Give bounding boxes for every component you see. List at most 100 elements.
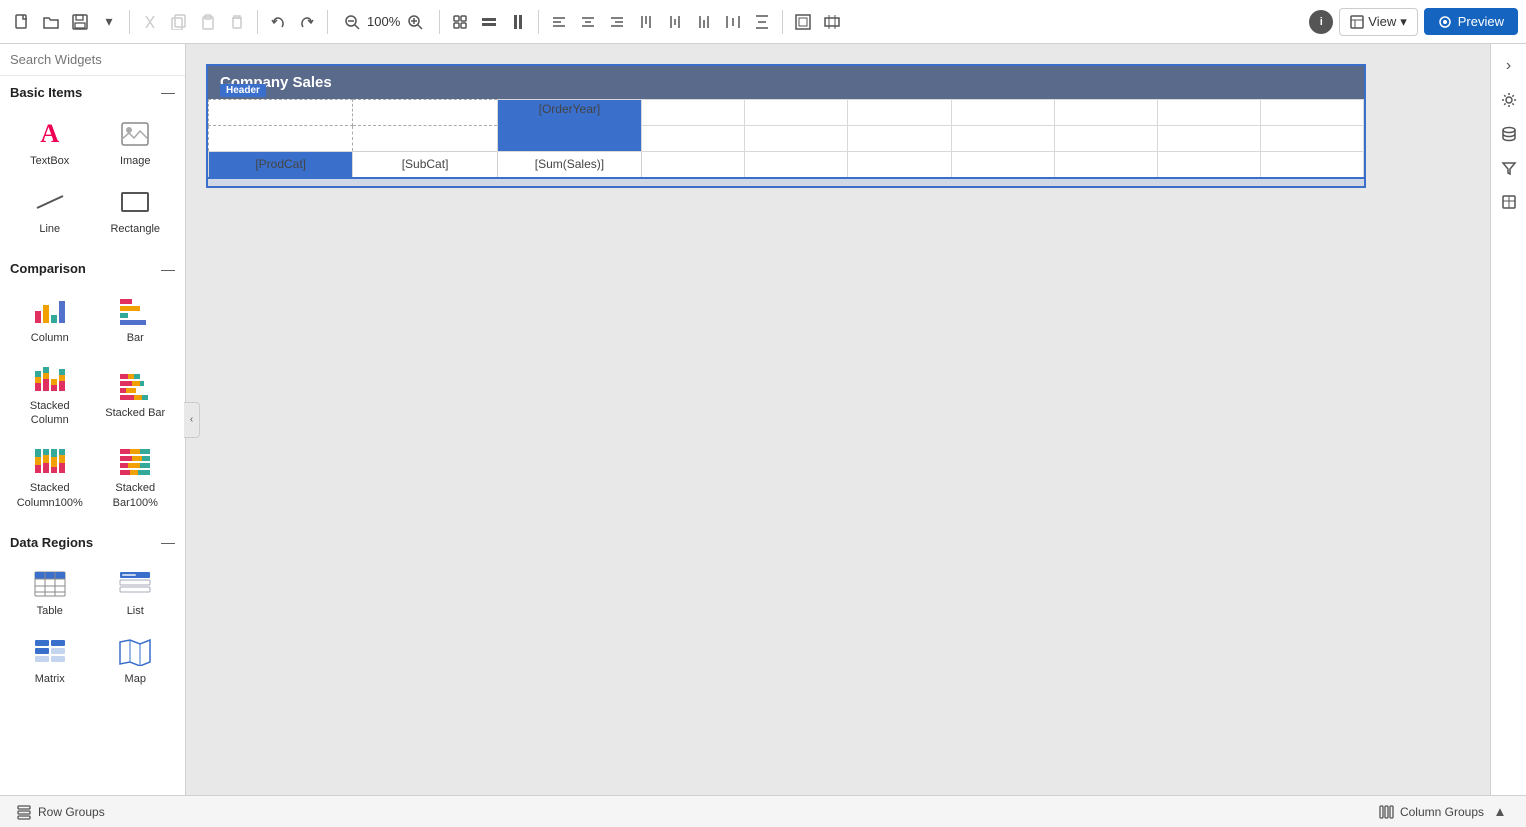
- rectangle-icon-wrap: [117, 186, 153, 218]
- sep5: [538, 10, 539, 34]
- align-middle-button[interactable]: [661, 8, 689, 36]
- align-v-button[interactable]: [504, 8, 532, 36]
- select-button[interactable]: [446, 8, 474, 36]
- stacked-bar-100-icon: [118, 447, 152, 475]
- zoom-in-button[interactable]: [401, 8, 429, 36]
- data-regions-label: Data Regions: [10, 535, 93, 550]
- section-comparison: Comparison —: [0, 253, 185, 283]
- zoom-out-button[interactable]: [338, 8, 366, 36]
- image-icon: [120, 121, 150, 147]
- sidebar-search-bar[interactable]: [0, 44, 185, 76]
- list-icon: [118, 570, 152, 598]
- open-button[interactable]: [37, 8, 65, 36]
- copy-button[interactable]: [165, 8, 193, 36]
- report-data-table: [OrderYear]: [208, 99, 1364, 186]
- sidebar-item-column[interactable]: Column: [8, 287, 92, 353]
- bottom-collapse-button[interactable]: ▲: [1490, 802, 1510, 822]
- table-cell: [745, 100, 848, 126]
- distribute-v-button[interactable]: [748, 8, 776, 36]
- table-cell: [951, 100, 1054, 126]
- basic-items-collapse[interactable]: —: [161, 84, 175, 100]
- save-button[interactable]: [66, 8, 94, 36]
- new-button[interactable]: [8, 8, 36, 36]
- align-left-button[interactable]: [545, 8, 573, 36]
- align-h-button[interactable]: [475, 8, 503, 36]
- list-icon-wrap: [117, 568, 153, 600]
- cut-button[interactable]: [136, 8, 164, 36]
- canvas-area[interactable]: Company Sales Header: [186, 44, 1490, 795]
- filter-button[interactable]: [1495, 154, 1523, 182]
- sidebar-item-map[interactable]: Map: [94, 628, 178, 694]
- map-icon: [118, 638, 152, 666]
- table-cell: [1054, 126, 1157, 152]
- zoom-tools: 100%: [334, 8, 433, 36]
- sidebar-collapse-toggle[interactable]: ‹: [184, 402, 200, 438]
- bottom-bar: Row Groups Column Groups ▲: [0, 795, 1526, 827]
- sidebar-item-image[interactable]: Image: [94, 110, 178, 176]
- toolbar-right: i View ▾ Preview: [1309, 8, 1518, 36]
- table-cell: [1054, 100, 1157, 126]
- sidebar-item-list[interactable]: List: [94, 560, 178, 626]
- bar-chart-icon: [118, 297, 152, 325]
- section-basic-items: Basic Items —: [0, 76, 185, 106]
- section-data-regions: Data Regions —: [0, 526, 185, 556]
- sidebar-item-stacked-bar[interactable]: Stacked Bar: [94, 355, 178, 436]
- table-icon: [33, 570, 67, 598]
- bar-chart-icon-wrap: [117, 295, 153, 327]
- report-settings-button[interactable]: [1495, 188, 1523, 216]
- column-groups-label: Column Groups: [1400, 805, 1484, 819]
- comparison-label: Comparison: [10, 261, 86, 276]
- redo-button[interactable]: [293, 8, 321, 36]
- left-sidebar: Basic Items — A TextBox Image: [0, 44, 186, 795]
- size-same-button[interactable]: [789, 8, 817, 36]
- column-label: Column: [31, 331, 69, 345]
- data-button[interactable]: [1495, 120, 1523, 148]
- right-collapse-button[interactable]: ›: [1495, 52, 1523, 80]
- align-right-button[interactable]: [603, 8, 631, 36]
- comparison-collapse[interactable]: —: [161, 261, 175, 277]
- sidebar-item-bar[interactable]: Bar: [94, 287, 178, 353]
- view-button[interactable]: View ▾: [1339, 8, 1417, 36]
- paste-button[interactable]: [194, 8, 222, 36]
- sidebar-item-matrix[interactable]: Matrix: [8, 628, 92, 694]
- report-header: Company Sales Header: [208, 66, 1364, 99]
- sidebar-item-stacked-bar-100[interactable]: Stacked Bar100%: [94, 437, 178, 518]
- save-dropdown-button[interactable]: ▾: [95, 8, 123, 36]
- align-bottom-button[interactable]: [690, 8, 718, 36]
- data-regions-collapse[interactable]: —: [161, 534, 175, 550]
- report-table: Company Sales Header: [206, 64, 1366, 188]
- sidebar-item-line[interactable]: Line: [8, 178, 92, 244]
- matrix-icon-wrap: [32, 636, 68, 668]
- stacked-bar-100-icon-wrap: [117, 445, 153, 477]
- map-label: Map: [125, 672, 146, 686]
- table-cell: [951, 152, 1054, 178]
- sidebar-item-textbox[interactable]: A TextBox: [8, 110, 92, 176]
- column-groups-section: Column Groups ▲: [1378, 802, 1510, 822]
- undo-button[interactable]: [264, 8, 292, 36]
- search-input[interactable]: [10, 52, 186, 67]
- align-top-button[interactable]: [632, 8, 660, 36]
- sidebar-item-stacked-column[interactable]: Stacked Column: [8, 355, 92, 436]
- table-row: [OrderYear]: [209, 100, 1364, 126]
- sep2: [257, 10, 258, 34]
- size-fit-button[interactable]: [818, 8, 846, 36]
- image-icon-wrap: [117, 118, 153, 150]
- table-cell: [1157, 152, 1260, 178]
- sidebar-item-table[interactable]: Table: [8, 560, 92, 626]
- delete-button[interactable]: [223, 8, 251, 36]
- sidebar-item-stacked-column-100[interactable]: Stacked Column100%: [8, 437, 92, 518]
- align-center-button[interactable]: [574, 8, 602, 36]
- prod-cat-cell: [ProdCat]: [209, 152, 353, 178]
- table-cell: [1157, 100, 1260, 126]
- distribute-h-button[interactable]: [719, 8, 747, 36]
- table-cell: [848, 100, 951, 126]
- sidebar-item-rectangle[interactable]: Rectangle: [94, 178, 178, 244]
- preview-button[interactable]: Preview: [1424, 8, 1518, 35]
- history-tools: [264, 8, 321, 36]
- line-label: Line: [39, 222, 60, 236]
- matrix-label: Matrix: [35, 672, 65, 686]
- properties-button[interactable]: [1495, 86, 1523, 114]
- table-cell: [209, 126, 353, 152]
- sep6: [782, 10, 783, 34]
- info-button[interactable]: i: [1309, 10, 1333, 34]
